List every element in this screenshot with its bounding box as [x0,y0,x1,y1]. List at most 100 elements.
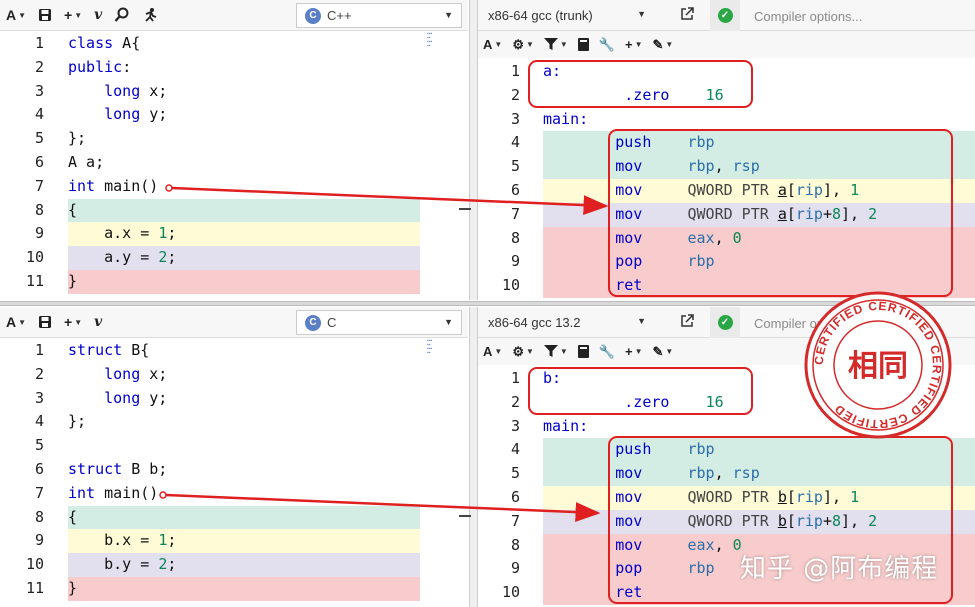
tools-button[interactable]: 🔧 [594,31,620,58]
compiler-selector[interactable]: x86-64 gcc (trunk) ▼ [480,3,666,28]
output-toolbar: A ▼ ⚙ ▼ ▼ 🔧 + ▼ ✎ ▼ [478,31,975,58]
pane-divider[interactable] [459,0,478,300]
libraries-button[interactable] [573,31,594,58]
filter-button[interactable]: ▼ [539,31,573,58]
source-code[interactable]: 1 struct B{2 long x; 3 long y; 4}; 5 6 struct … [0,339,468,601]
brush-button[interactable]: ✎ ▼ [648,31,679,58]
save-button[interactable] [32,0,58,31]
compiler-toolbar: x86-64 gcc (trunk) ▼ ✓ Compiler options.… [478,0,975,31]
brush-button[interactable]: ✎ ▼ [648,338,679,365]
book-icon [577,38,589,51]
line-number: 1 [510,369,520,387]
compiler-selector[interactable]: x86-64 gcc 13.2 ▼ [480,310,666,335]
source-line[interactable]: 7 int main() [0,482,468,506]
language-selector[interactable]: C C ▼ [296,310,462,335]
vim-button[interactable]: v [88,307,108,338]
source-line[interactable]: 4}; [0,410,468,434]
chevron-down-icon: ▼ [665,347,674,356]
chevron-down-icon: ▼ [18,10,27,20]
save-button[interactable] [32,307,58,338]
source-line[interactable]: 7 int main() [0,175,468,199]
external-link-icon [681,314,694,327]
vim-button[interactable]: v [88,0,108,31]
compile-status-button[interactable]: ✓ [710,307,740,338]
filter-icon [543,38,558,50]
source-line[interactable]: 3 long y; [0,387,468,411]
line-number: 1 [510,62,520,80]
settings-button[interactable]: ⚙ ▼ [507,338,539,365]
run-button[interactable] [136,0,164,31]
code-text: long x; [104,364,168,383]
add-pane-button[interactable]: + ▼ [58,0,88,31]
font-size-button[interactable]: A ▼ [0,307,32,338]
add-tool-button[interactable]: + ▼ [620,31,648,58]
output-font-button[interactable]: A ▼ [478,338,507,365]
line-number: 6 [510,487,520,506]
add-icon: + [625,344,633,359]
libraries-button[interactable] [573,338,594,365]
line-number: 6 [510,180,520,199]
resize-handle[interactable] [459,515,471,517]
source-line[interactable]: 10 b.y = 2; [0,553,468,577]
line-number: 7 [510,204,520,223]
line-number: 1 [34,34,44,52]
popout-button[interactable] [680,314,694,331]
settings-button[interactable]: ⚙ ▼ [507,31,539,58]
certified-stamp: CERTIFIED CERTIFIED CERTIFIED CERTIFIED … [804,291,952,439]
code-text: long x; [104,81,168,100]
source-line[interactable]: 2 long x; [0,363,468,387]
source-code[interactable]: 1 class A{2 public: 3 long x; 4 long y; 5}; 6 A… [0,32,468,294]
line-number: 8 [34,507,44,526]
source-line[interactable]: 8{ [0,505,468,530]
output-font-button[interactable]: A ▼ [478,31,507,58]
source-line[interactable]: 5 [0,434,468,458]
line-number: 2 [34,57,44,76]
save-icon [39,316,52,328]
source-line[interactable]: 9 b.x = 1; [0,529,468,554]
source-editor[interactable]: A ▼ + ▼ v C C++ ▼ ▪▪▪ ▪▪ ▪▪▪ ▪▪ 1 class A{2 pub… [0,0,468,300]
source-line[interactable]: 9 a.x = 1; [0,222,468,247]
source-line[interactable]: 5}; [0,127,468,151]
source-line[interactable]: 11} [0,269,468,294]
font-size-button[interactable]: A ▼ [0,0,32,31]
source-line[interactable]: 1 class A{ [0,32,468,56]
source-editor[interactable]: A ▼ + ▼ v C C ▼ ▪▪▪ ▪▪ ▪▪▪ ▪▪ 1 struct B{2 lon… [0,307,468,607]
source-line[interactable]: 6 A a; [0,151,468,175]
search-icon [114,7,129,22]
code-text: } [68,271,78,290]
line-highlight [68,576,420,601]
chevron-down-icon: ▼ [444,10,453,20]
source-line[interactable]: 4 long y; [0,103,468,127]
asm-line[interactable]: 3 main: [478,108,975,132]
tools-button[interactable]: 🔧 [594,338,620,365]
filter-button[interactable]: ▼ [539,338,573,365]
code-text: A a; [68,152,105,171]
gear-icon: ⚙ [512,36,524,52]
source-line[interactable]: 10 a.y = 2; [0,246,468,270]
add-tool-button[interactable]: + ▼ [620,338,648,365]
source-line[interactable]: 3 long x; [0,80,468,104]
chevron-down-icon: ▼ [494,347,503,356]
line-number: 7 [510,511,520,530]
language-selector[interactable]: C C++ ▼ [296,3,462,28]
brush-icon: ✎ [652,343,664,359]
language-label: C [327,315,337,330]
compile-status-button[interactable]: ✓ [710,0,740,31]
source-line[interactable]: 1 struct B{ [0,339,468,363]
search-button[interactable] [108,0,136,31]
source-line[interactable]: 2 public: [0,56,468,80]
source-line[interactable]: 6 struct B b; [0,458,468,482]
chevron-down-icon: ▼ [637,316,646,326]
save-icon [39,9,52,21]
source-line[interactable]: 11} [0,576,468,601]
resize-handle[interactable] [459,208,471,210]
popout-button[interactable] [680,7,694,24]
add-pane-button[interactable]: + ▼ [58,307,88,338]
source-line[interactable]: 8{ [0,198,468,223]
chevron-down-icon: ▼ [559,347,568,356]
run-icon [145,8,157,22]
pane-divider[interactable] [459,307,478,607]
compiler-options-input[interactable]: Compiler options... [746,5,975,27]
gear-icon: ⚙ [512,343,524,359]
checkmark-icon: ✓ [717,8,733,23]
